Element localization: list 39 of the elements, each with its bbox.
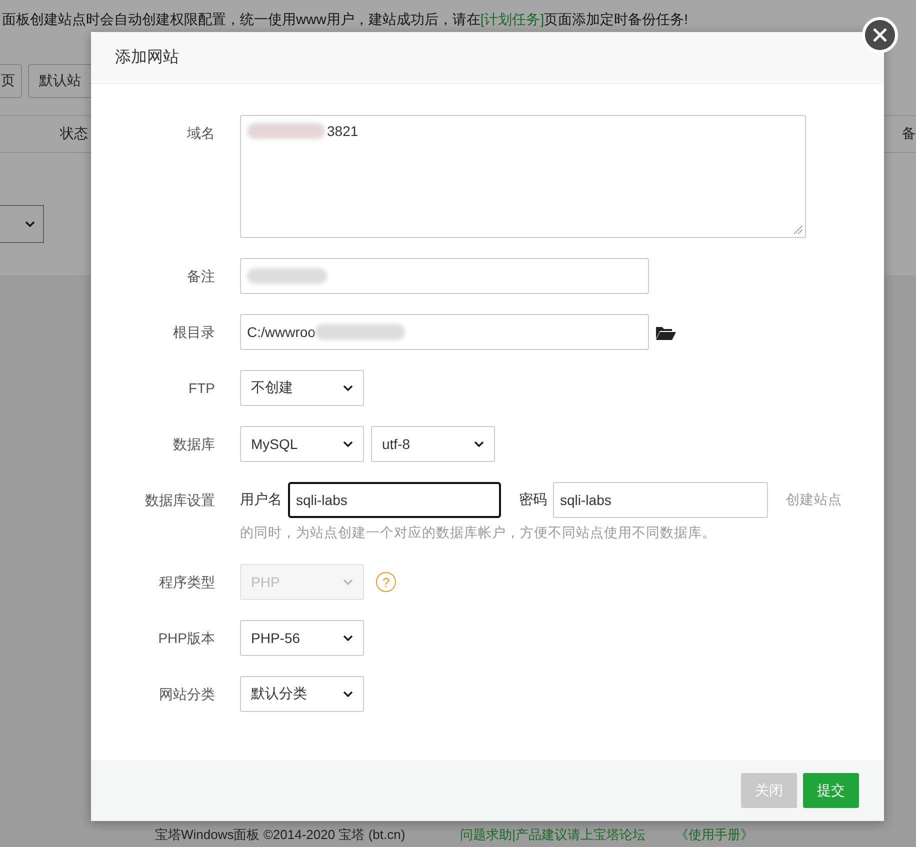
remark-input[interactable]	[240, 258, 649, 294]
folder-icon[interactable]	[656, 324, 676, 340]
dropdown[interactable]: utf-8	[371, 426, 495, 462]
chevron-icon	[343, 635, 353, 641]
field-label: 根目录	[172, 323, 215, 342]
username-input[interactable]: sqli-labs	[288, 482, 501, 518]
field-label: 备注	[186, 267, 215, 286]
chevron-icon	[474, 441, 484, 447]
chevron-icon	[343, 579, 353, 585]
username-label: 用户名	[240, 491, 282, 509]
hint-text: 创建站点	[786, 491, 842, 509]
password-label: 密码	[519, 491, 547, 509]
field-label: 域名	[186, 124, 215, 143]
dropdown[interactable]: MySQL	[240, 426, 364, 462]
path-input[interactable]: C:/wwwroo	[240, 314, 649, 350]
domain-textarea[interactable]: 3821	[240, 115, 806, 238]
page-button[interactable]: 页	[0, 64, 22, 98]
field-label: 程序类型	[158, 573, 215, 592]
resize-grip-icon	[793, 225, 803, 235]
copyright-text: 宝塔Windows面板 ©2014-2020 宝塔 (bt.cn)	[155, 826, 406, 844]
hint-text: 的同时，为站点创建一个对应的数据库帐户，方便不同站点使用不同数据库。	[240, 524, 717, 542]
chevron-icon	[343, 385, 353, 391]
password-input[interactable]: sqli-labs	[553, 482, 768, 518]
field-label: PHP版本	[157, 629, 215, 648]
dropdown[interactable]: 不创建	[240, 370, 364, 406]
field-value: 3821	[327, 123, 358, 139]
chevron-icon	[25, 221, 35, 227]
dropdown[interactable]: PHP-56	[240, 620, 364, 656]
column-header: 备	[902, 125, 916, 143]
column-header: 状态	[60, 125, 88, 143]
field-value: C:/wwwroo	[247, 324, 316, 340]
dropdown[interactable]: 默认分类	[240, 676, 364, 712]
field-label: 数据库	[172, 435, 215, 454]
field-label: FTP	[188, 379, 215, 398]
chevron-icon	[343, 691, 353, 697]
field-label: 网站分类	[158, 685, 215, 704]
chevron-icon	[343, 441, 353, 447]
dropdown[interactable]	[0, 205, 44, 243]
field-label: 数据库设置	[144, 491, 215, 510]
